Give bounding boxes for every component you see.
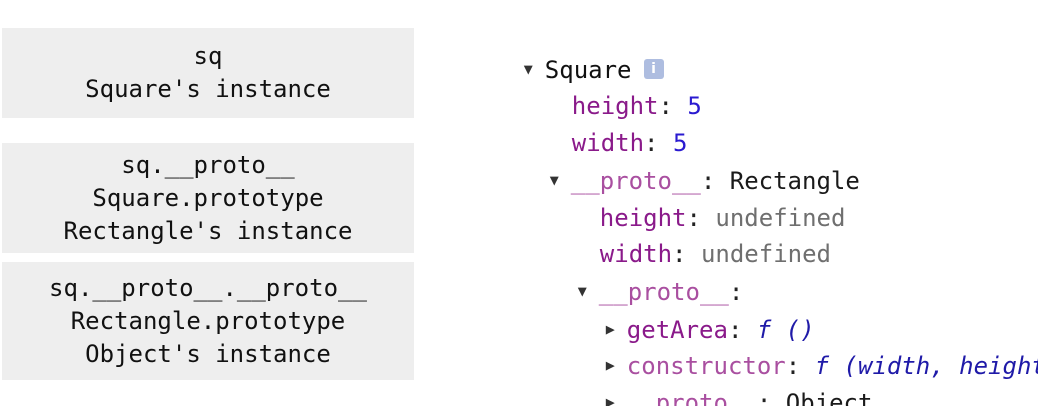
tree-row-proto-rectangle-prototype[interactable]: ▼ __proto__: (520, 244, 744, 306)
tree-row-height: height: 5 (514, 58, 702, 120)
collapse-triangle-icon[interactable]: ▶ (606, 386, 627, 406)
property-key: __proto__ (626, 389, 757, 406)
tree-row-proto-rectangle[interactable]: ▼ __proto__: Rectangle (492, 133, 860, 195)
tree-row-proto-height: height: undefined (542, 170, 846, 232)
console-object-tree: ▼ Square i height: 5 width: 5 ▼ __proto__: … (0, 0, 1038, 406)
colon: : (756, 389, 772, 406)
tree-row-constructor[interactable]: ▶ constructor: f (width, height) (548, 318, 1038, 380)
tree-row-proto-width: width: undefined (542, 206, 831, 268)
tree-row-width: width: 5 (514, 95, 688, 157)
property-type: Object (785, 389, 873, 406)
tree-row-proto-object[interactable]: ▶ __proto__: Object (548, 355, 873, 406)
tree-row-square[interactable]: ▼ Square i (466, 22, 664, 84)
property-value: 5 (687, 92, 702, 120)
tree-row-getarea[interactable]: ▶ getArea: f () (548, 282, 815, 344)
